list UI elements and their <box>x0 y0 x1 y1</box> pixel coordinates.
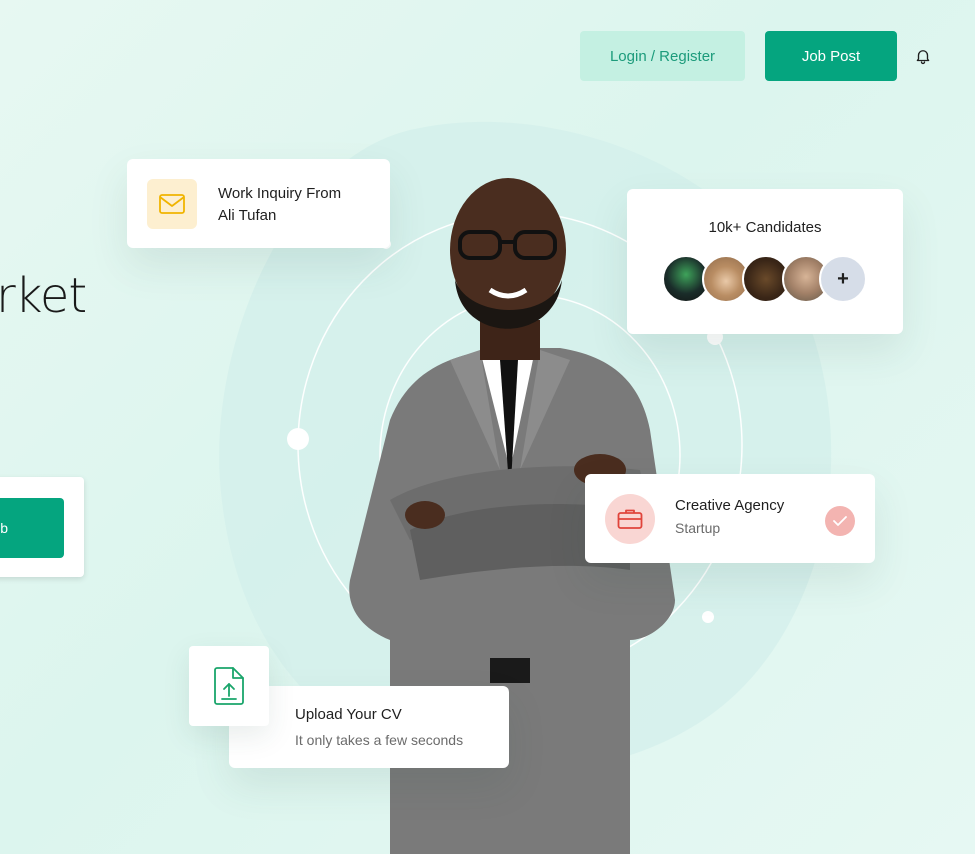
bell-icon[interactable] <box>914 47 932 65</box>
check-icon <box>825 506 855 536</box>
agency-title: Creative Agency <box>675 497 785 514</box>
upload-cv-title: Upload Your CV <box>295 706 402 723</box>
agency-subtitle: Startup <box>675 520 721 536</box>
hero-heading-partial: rket <box>0 268 87 324</box>
upload-cv-subtitle: It only takes a few seconds <box>295 732 464 748</box>
upload-icon-card[interactable] <box>189 646 269 726</box>
work-inquiry-text: Work Inquiry From Ali Tufan <box>218 183 378 227</box>
mail-icon <box>159 194 185 214</box>
work-inquiry-line2: Ali Tufan <box>218 207 277 224</box>
job-post-button[interactable]: Job Post <box>765 31 897 81</box>
upload-cv-card[interactable]: Upload Your CV It only takes a few secon… <box>229 686 509 768</box>
candidates-card[interactable]: 10k+ Candidates + <box>627 189 903 334</box>
mail-icon-badge <box>147 179 197 229</box>
more-candidates-button[interactable]: + <box>819 255 867 303</box>
creative-agency-card[interactable]: Creative Agency Startup <box>585 474 875 563</box>
find-job-button-partial[interactable]: ob <box>0 498 64 558</box>
file-upload-icon <box>214 667 244 705</box>
briefcase-icon <box>617 509 643 529</box>
candidates-title: 10k+ Candidates <box>708 219 822 236</box>
login-register-button[interactable]: Login / Register <box>580 31 745 81</box>
work-inquiry-card[interactable]: Work Inquiry From Ali Tufan <box>127 159 390 248</box>
work-inquiry-line1: Work Inquiry From <box>218 185 342 202</box>
briefcase-icon-badge <box>605 494 655 544</box>
